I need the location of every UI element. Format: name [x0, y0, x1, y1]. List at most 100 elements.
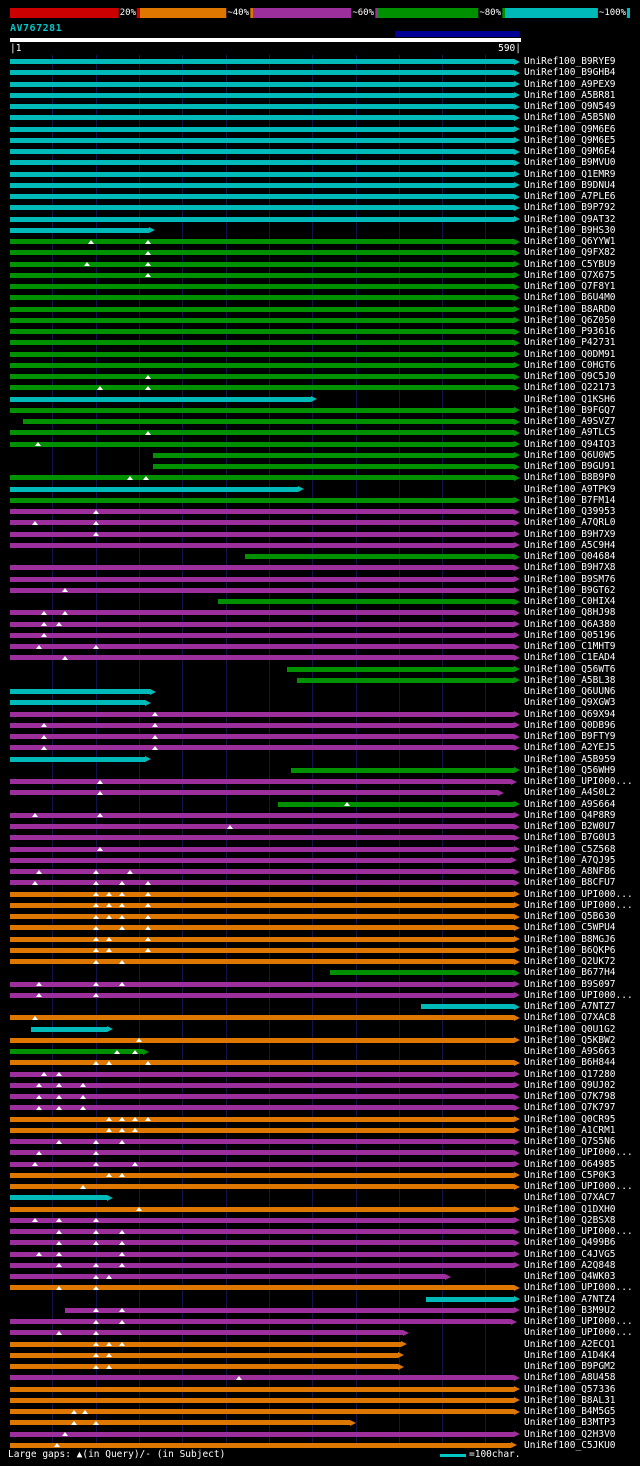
hit-label[interactable]: UniRef100_Q7S5N6: [524, 1137, 616, 1147]
alignment-bar[interactable]: [10, 925, 514, 931]
hit-label[interactable]: UniRef100_C4JVG5: [524, 1249, 616, 1260]
hit-label[interactable]: UniRef100_UPI000...: [524, 1317, 633, 1327]
alignment-bar[interactable]: [10, 1251, 514, 1257]
hit-label[interactable]: UniRef100_Q6A380: [524, 619, 616, 630]
hit-label[interactable]: UniRef100_Q1DXH0: [524, 1204, 616, 1215]
hit-label[interactable]: UniRef100_Q9M6E6: [524, 124, 616, 135]
alignment-bar[interactable]: [10, 1229, 514, 1234]
alignment-bar[interactable]: [10, 407, 514, 413]
alignment-bar[interactable]: [10, 317, 514, 323]
hit-label[interactable]: UniRef100_A5C9H4: [524, 540, 616, 551]
hit-label[interactable]: UniRef100_A7QRL0: [524, 518, 616, 528]
alignment-bar[interactable]: [10, 1364, 398, 1369]
hit-label[interactable]: UniRef100_C5P0K3: [524, 1170, 616, 1181]
hit-label[interactable]: UniRef100_A9TPK9: [524, 484, 616, 495]
alignment-bar[interactable]: [10, 621, 514, 627]
hit-label[interactable]: UniRef100_Q9XGW3: [524, 698, 616, 708]
alignment-bar[interactable]: [10, 632, 514, 638]
alignment-bar[interactable]: [152, 452, 514, 458]
alignment-bar[interactable]: [10, 1195, 107, 1201]
hit-label[interactable]: UniRef100_B6H844: [524, 1058, 616, 1068]
hit-label[interactable]: UniRef100_A9PEX9: [524, 79, 616, 90]
alignment-bar[interactable]: [10, 216, 514, 222]
alignment-bar[interactable]: [10, 1319, 511, 1324]
alignment-bar[interactable]: [10, 1172, 514, 1178]
hit-label[interactable]: UniRef100_A9TLC5: [524, 428, 616, 438]
hit-label[interactable]: UniRef100_B9H7X9: [524, 529, 616, 540]
hit-label[interactable]: UniRef100_Q0DB96: [524, 720, 616, 731]
alignment-bar[interactable]: [10, 644, 514, 649]
hit-label[interactable]: UniRef100_UPI000...: [524, 777, 633, 787]
hit-label[interactable]: UniRef100_Q39953: [524, 507, 616, 517]
hit-label[interactable]: UniRef100_B9DNU4: [524, 180, 616, 191]
hit-label[interactable]: UniRef100_A9S663: [524, 1047, 616, 1057]
hit-label[interactable]: UniRef100_B8CFU7: [524, 878, 616, 888]
alignment-bar[interactable]: [10, 936, 514, 942]
hit-label[interactable]: UniRef100_C0HGT6: [524, 360, 616, 371]
alignment-bar[interactable]: [10, 756, 146, 762]
hit-label[interactable]: UniRef100_Q9N549: [524, 102, 616, 112]
alignment-bar[interactable]: [244, 554, 514, 559]
hit-label[interactable]: UniRef100_B8ARD0: [524, 304, 616, 315]
hit-label[interactable]: UniRef100_C0HIX4: [524, 597, 616, 607]
alignment-bar[interactable]: [10, 959, 514, 964]
hit-label[interactable]: UniRef100_B3M9U2: [524, 1305, 616, 1316]
alignment-bar[interactable]: [10, 869, 514, 874]
alignment-bar[interactable]: [10, 486, 298, 492]
alignment-bar[interactable]: [10, 824, 514, 829]
hit-label[interactable]: UniRef100_Q56WH9: [524, 765, 616, 776]
hit-label[interactable]: UniRef100_P93616: [524, 327, 616, 337]
alignment-bar[interactable]: [10, 610, 514, 616]
alignment-bar[interactable]: [10, 351, 514, 357]
alignment-bar[interactable]: [10, 1015, 514, 1021]
hit-label[interactable]: UniRef100_Q7XAC7: [524, 1193, 616, 1203]
alignment-bar[interactable]: [10, 531, 514, 537]
alignment-bar[interactable]: [10, 81, 514, 87]
alignment-bar[interactable]: [10, 171, 514, 177]
hit-label[interactable]: UniRef100_A8U458: [524, 1373, 616, 1383]
hit-label[interactable]: UniRef100_B6QKP6: [524, 945, 616, 956]
hit-label[interactable]: UniRef100_B8B9P0: [524, 473, 616, 483]
alignment-bar[interactable]: [10, 711, 514, 717]
hit-label[interactable]: UniRef100_Q17280: [524, 1069, 616, 1080]
alignment-bar[interactable]: [10, 790, 499, 796]
alignment-bar[interactable]: [10, 1352, 398, 1358]
hit-label[interactable]: UniRef100_UPI000...: [524, 1283, 633, 1293]
hit-label[interactable]: UniRef100_Q0CR95: [524, 1114, 616, 1125]
alignment-bar[interactable]: [10, 947, 514, 953]
alignment-bar[interactable]: [152, 464, 514, 469]
hit-label[interactable]: UniRef100_Q6Z050: [524, 315, 616, 326]
alignment-bar[interactable]: [10, 520, 514, 526]
hit-label[interactable]: UniRef100_UPI000...: [524, 1227, 633, 1237]
alignment-bar[interactable]: [10, 497, 514, 503]
alignment-bar[interactable]: [10, 542, 514, 548]
alignment-bar[interactable]: [10, 914, 514, 919]
alignment-bar[interactable]: [10, 992, 514, 998]
hit-label[interactable]: UniRef100_Q9UJ02: [524, 1080, 616, 1091]
hit-label[interactable]: UniRef100_B8MGJ6: [524, 934, 616, 945]
hit-label[interactable]: UniRef100_B9GHB4: [524, 68, 616, 78]
alignment-bar[interactable]: [10, 565, 514, 571]
hit-label[interactable]: UniRef100_P42731: [524, 338, 616, 348]
hit-label[interactable]: UniRef100_Q9FX82: [524, 248, 616, 258]
alignment-bar[interactable]: [10, 1161, 514, 1167]
hit-label[interactable]: UniRef100_Q7K797: [524, 1103, 616, 1113]
hit-label[interactable]: UniRef100_A5BR81: [524, 90, 616, 101]
hit-label[interactable]: UniRef100_A9S664: [524, 799, 616, 810]
alignment-bar[interactable]: [10, 430, 514, 436]
hit-label[interactable]: UniRef100_B9S097: [524, 979, 616, 990]
hit-label[interactable]: UniRef100_Q9M6E4: [524, 147, 616, 157]
hit-label[interactable]: UniRef100_C5WPU4: [524, 923, 616, 933]
hit-label[interactable]: UniRef100_B9H7X8: [524, 563, 616, 573]
alignment-bar[interactable]: [10, 441, 514, 447]
alignment-bar[interactable]: [10, 689, 151, 694]
alignment-bar[interactable]: [10, 385, 514, 391]
alignment-bar[interactable]: [10, 160, 514, 166]
hit-label[interactable]: UniRef100_Q94IQ3: [524, 439, 616, 450]
hit-label[interactable]: UniRef100_Q7F8Y1: [524, 282, 616, 292]
alignment-bar[interactable]: [10, 1330, 404, 1336]
hit-label[interactable]: UniRef100_B9MVU0: [524, 158, 616, 168]
alignment-bar[interactable]: [10, 295, 514, 301]
alignment-bar[interactable]: [10, 1420, 350, 1426]
alignment-bar[interactable]: [10, 1127, 514, 1133]
